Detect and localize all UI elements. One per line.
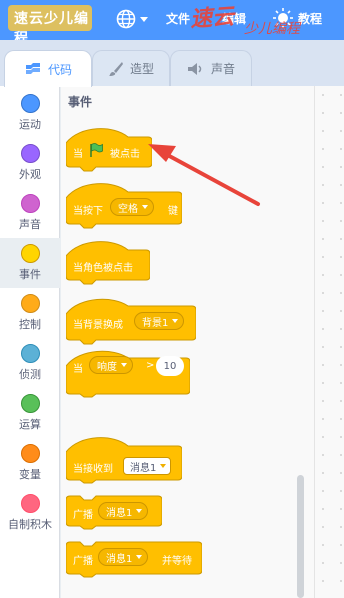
tab-costumes-label: 造型: [129, 62, 154, 76]
category-sound[interactable]: 声音: [0, 188, 60, 238]
globe-icon: [116, 9, 148, 29]
brush-icon: [108, 61, 123, 76]
block-label: 当接收到: [73, 464, 113, 475]
chevron-down-icon: [140, 17, 148, 22]
language-menu[interactable]: [116, 7, 150, 31]
broadcast-wait-message-dropdown[interactable]: 消息1: [98, 548, 149, 566]
caret-down-icon: [172, 319, 179, 323]
sensor-dropdown[interactable]: 响度: [89, 356, 133, 374]
backdrop-dropdown-value: 背景1: [142, 317, 169, 329]
green-flag-icon: [90, 143, 103, 157]
category-label: 变量: [19, 468, 41, 481]
block-label: 并等待: [162, 556, 192, 567]
block-label: 被点击: [110, 149, 140, 160]
watermark-logo: 速云: [189, 4, 236, 33]
category-label: 控制: [19, 318, 41, 331]
speaker-icon: [187, 62, 202, 75]
block-label: 当按下: [73, 206, 103, 217]
caret-down-icon: [136, 555, 143, 559]
broadcast-message-dropdown[interactable]: 消息1: [98, 502, 149, 520]
section-title-events: 事件: [68, 95, 93, 109]
app-logo[interactable]: 速云少儿编程: [8, 5, 92, 47]
category-dot: [21, 394, 40, 413]
broadcast-message-value: 消息1: [106, 507, 133, 519]
block-label: 当背景换成: [73, 320, 123, 331]
backdrop-dropdown[interactable]: 背景1: [134, 312, 185, 330]
message-dropdown-value: 消息1: [130, 462, 157, 474]
category-dot: [21, 244, 40, 263]
category-label: 外观: [19, 168, 41, 181]
scratch-editor: 速云少儿编程 文件 编辑 教程 速云 少儿编程 代码 造型 声音 运动 外观 声…: [0, 0, 344, 598]
when-sensor-greater-than-block[interactable]: 当 响度 > 10: [66, 338, 190, 398]
category-motion[interactable]: 运动: [0, 88, 60, 138]
block-label: 当: [73, 149, 83, 160]
category-dot: [21, 494, 40, 513]
block-label: 广播: [73, 510, 93, 521]
block-label: 当角色被点击: [73, 263, 133, 274]
caret-down-icon: [136, 509, 143, 513]
tab-sounds-label: 声音: [210, 62, 235, 76]
category-label: 侦测: [19, 368, 41, 381]
category-dot: [21, 444, 40, 463]
category-dot: [21, 344, 40, 363]
caret-down-icon: [160, 464, 167, 468]
tab-costumes[interactable]: 造型: [92, 50, 170, 86]
sensor-dropdown-value: 响度: [97, 361, 117, 373]
category-label: 运动: [19, 118, 41, 131]
key-dropdown-value: 空格: [118, 203, 138, 215]
comparison-operator: >: [146, 360, 155, 371]
category-looks[interactable]: 外观: [0, 138, 60, 188]
category-label: 自制积木: [8, 518, 52, 531]
message-dropdown[interactable]: 消息1: [123, 457, 172, 475]
broadcast-wait-message-value: 消息1: [106, 553, 133, 565]
category-control[interactable]: 控制: [0, 288, 60, 338]
category-menu: 运动 外观 声音 事件 控制 侦测 运算 变量 自制积木: [0, 86, 60, 598]
workspace-grid: [314, 86, 344, 598]
category-label: 声音: [19, 218, 41, 231]
broadcast-block[interactable]: 广播 消息1: [66, 494, 162, 530]
category-events[interactable]: 事件: [0, 238, 60, 288]
when-i-receive-block[interactable]: 当接收到 消息1: [66, 432, 182, 484]
threshold-input[interactable]: 10: [156, 356, 184, 376]
category-dot: [21, 94, 40, 113]
annotation-arrow-icon: [148, 144, 260, 206]
category-dot: [21, 144, 40, 163]
block-label: 广播: [73, 556, 93, 567]
when-sprite-clicked-block[interactable]: 当角色被点击: [66, 236, 150, 286]
menu-bar: 速云少儿编程 文件 编辑 教程 速云 少儿编程: [0, 0, 344, 47]
palette-scrollbar[interactable]: [297, 475, 304, 598]
category-label: 运算: [19, 418, 41, 431]
tutorials-label: 教程: [298, 12, 323, 26]
category-operators[interactable]: 运算: [0, 388, 60, 438]
editor-tabs: 代码 造型 声音: [0, 40, 344, 87]
category-label: 事件: [19, 268, 41, 281]
threshold-value: 10: [163, 360, 177, 372]
category-sensing[interactable]: 侦测: [0, 338, 60, 388]
category-dot: [21, 294, 40, 313]
caret-down-icon: [121, 363, 127, 367]
category-dot: [21, 194, 40, 213]
tab-code-label: 代码: [47, 62, 72, 77]
code-icon: [25, 63, 40, 74]
tab-code[interactable]: 代码: [4, 50, 92, 87]
category-variables[interactable]: 变量: [0, 438, 60, 488]
watermark-subtitle: 少儿编程: [244, 21, 300, 37]
file-menu[interactable]: 文件: [166, 10, 190, 27]
tab-sounds[interactable]: 声音: [170, 50, 252, 86]
broadcast-and-wait-block[interactable]: 广播 消息1 并等待: [66, 540, 202, 578]
block-label: 当: [73, 364, 83, 375]
category-my-blocks[interactable]: 自制积木: [0, 488, 60, 538]
